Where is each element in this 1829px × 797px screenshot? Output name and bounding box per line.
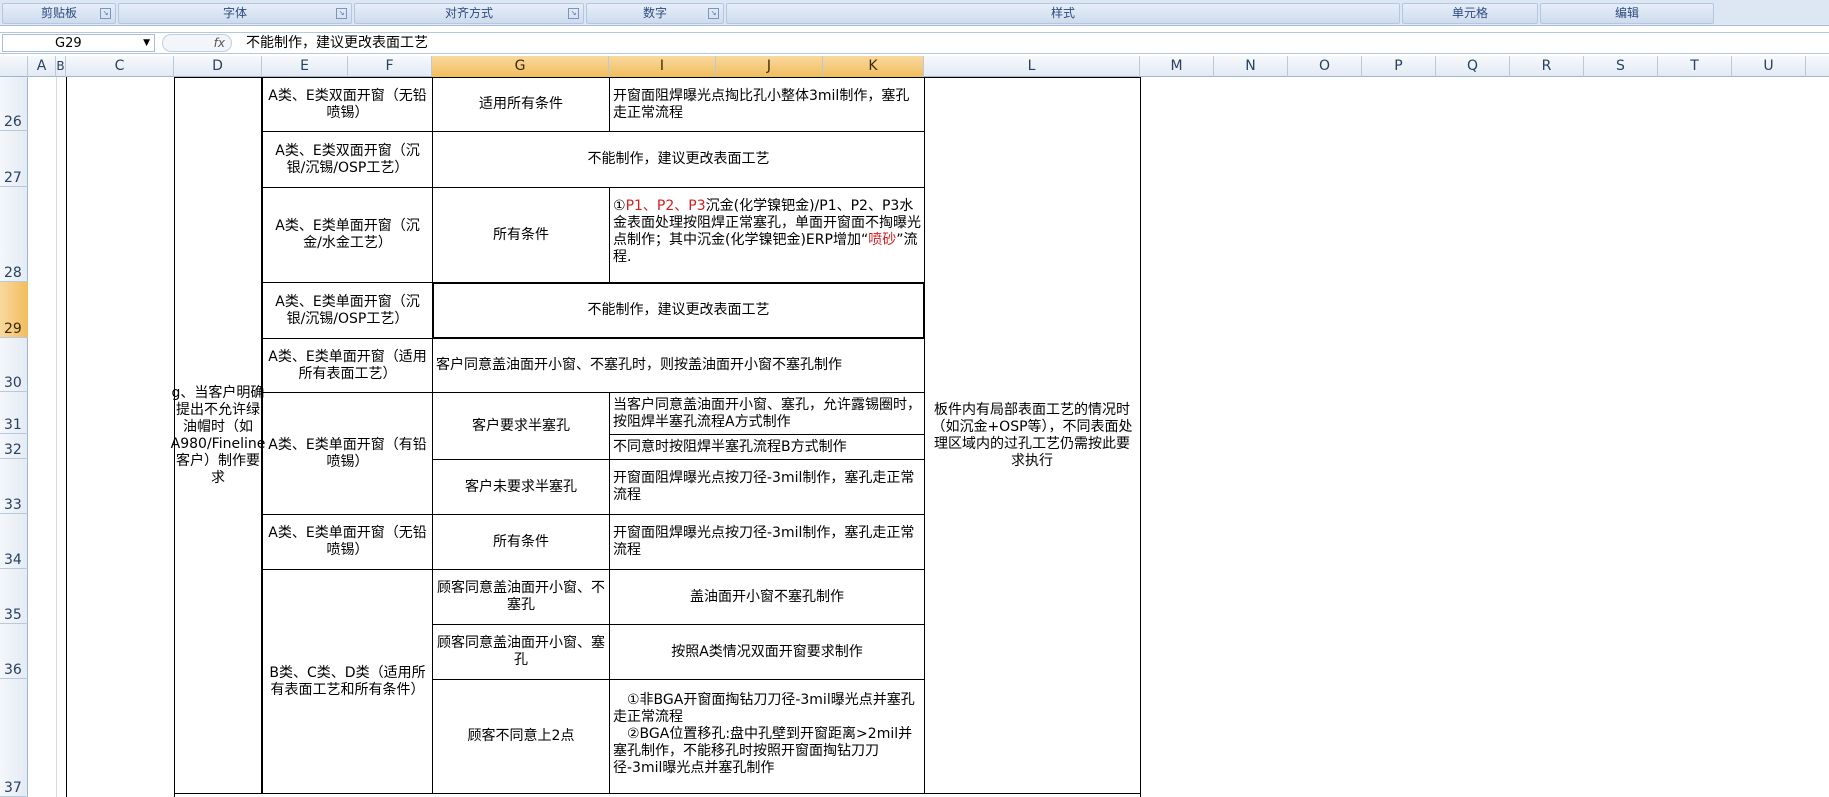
column-header[interactable]: E (262, 56, 348, 77)
column-header[interactable]: T (1658, 56, 1732, 77)
gridline (56, 77, 57, 797)
cell-i33[interactable]: 开窗面阻焊曝光点按刀径-3mil制作，塞孔走正常流程 (609, 459, 925, 515)
ribbon-group-label: 剪贴板 (40, 6, 77, 20)
column-header[interactable]: G (432, 56, 609, 77)
ribbon-group-label: 对齐方式 (444, 6, 493, 20)
cell-line: ②BGA位置移孔:盘中孔壁到开窗距离>2mil并塞孔制作，不能移孔时按照开窗面掏… (613, 726, 913, 776)
cell-e28[interactable]: A类、E类单面开窗（沉金/水金工艺） (262, 187, 433, 283)
row-header[interactable]: 26 (0, 77, 28, 131)
insert-function-button[interactable]: fx (162, 34, 232, 52)
cell-i32[interactable]: 不同意时按阻焊半塞孔流程B方式制作 (609, 434, 925, 460)
cell-g34[interactable]: 所有条件 (432, 514, 610, 570)
fx-icon: fx (213, 36, 225, 50)
cell-g30[interactable]: 客户同意盖油面开小窗、不塞孔时，则按盖油面开小窗不塞孔制作 (432, 338, 925, 393)
row-header[interactable]: 29 (0, 282, 28, 338)
row-header[interactable]: 34 (0, 514, 28, 569)
cell-g33[interactable]: 客户未要求半塞孔 (432, 459, 610, 515)
name-box-value: G29 (55, 36, 82, 51)
cell-e26[interactable]: A类、E类双面开窗（无铅喷锡） (262, 77, 433, 132)
cell-i34[interactable]: 开窗面阻焊曝光点按刀径-3mil制作，塞孔走正常流程 (609, 514, 925, 570)
column-header[interactable]: N (1214, 56, 1288, 77)
column-header[interactable]: R (1510, 56, 1584, 77)
cell-e34[interactable]: A类、E类单面开窗（无铅喷锡） (262, 514, 433, 570)
cell-g31-g32[interactable]: 客户要求半塞孔 (432, 392, 610, 460)
formula-input[interactable]: 不能制作，建议更改表面工艺 (246, 34, 428, 52)
cell-g27[interactable]: 不能制作，建议更改表面工艺 (432, 131, 925, 188)
ribbon-group-number[interactable]: 数字 ↘ (586, 3, 724, 24)
text-run-red: P1、P2、P3 (625, 198, 706, 214)
column-header[interactable]: O (1288, 56, 1362, 77)
column-header[interactable]: A (28, 56, 56, 77)
cell-i26[interactable]: 开窗面阻焊曝光点掏比孔小整体3mil制作，塞孔走正常流程 (609, 77, 925, 132)
row-header[interactable]: 27 (0, 131, 28, 187)
row-header[interactable]: 37 (0, 679, 28, 797)
column-header[interactable]: L (924, 56, 1140, 77)
ribbon-group-label: 样式 (1050, 6, 1075, 20)
cell-i28[interactable]: ①P1、P2、P3沉金(化学镍钯金)/P1、P2、P3水金表面处理按阻焊正常塞孔… (609, 187, 925, 283)
ribbon-group-font[interactable]: 字体 ↘ (118, 3, 352, 24)
column-header[interactable]: D (174, 56, 262, 77)
row-header[interactable]: 32 (0, 434, 28, 459)
column-header[interactable]: C (66, 56, 174, 77)
column-header[interactable]: S (1584, 56, 1658, 77)
column-header[interactable]: B (56, 56, 66, 77)
column-header[interactable]: M (1140, 56, 1214, 77)
cell-g29-selected[interactable]: 不能制作，建议更改表面工艺 (432, 282, 925, 339)
cell-g37[interactable]: 顾客不同意上2点 (432, 679, 610, 794)
cell-g28[interactable]: 所有条件 (432, 187, 610, 283)
column-header[interactable]: U (1732, 56, 1806, 77)
ribbon-group-label: 字体 (222, 6, 247, 20)
column-header[interactable]: F (348, 56, 432, 77)
chevron-down-icon[interactable]: ▼ (143, 35, 150, 52)
border-line (66, 77, 67, 797)
cell-l26-l37[interactable]: 板件内有局部表面工艺的情况时（如沉金+OSP等），不同表面处理区域内的过孔工艺仍… (924, 77, 1141, 794)
cell-e31-e33[interactable]: A类、E类单面开窗（有铅喷锡） (262, 392, 433, 515)
ribbon-group-label: 编辑 (1614, 6, 1639, 20)
cell-i35[interactable]: 盖油面开小窗不塞孔制作 (609, 569, 925, 625)
cell-i37[interactable]: ①非BGA开窗面掏钻刀刀径-3mil曝光点并塞孔走正常流程 ②BGA位置移孔:盘中… (609, 679, 925, 794)
column-header[interactable]: P (1362, 56, 1436, 77)
row-header[interactable]: 28 (0, 187, 28, 282)
row-header[interactable]: 36 (0, 624, 28, 679)
ribbon-group-label: 单元格 (1451, 6, 1488, 20)
row-header[interactable]: 30 (0, 338, 28, 392)
column-header[interactable]: K (823, 56, 924, 77)
dialog-launcher-icon[interactable]: ↘ (568, 8, 579, 19)
cell-e35-e37[interactable]: B类、C类、D类（适用所有表面工艺和所有条件） (262, 569, 433, 794)
cell-i36[interactable]: 按照A类情况双面开窗要求制作 (609, 624, 925, 680)
text-run: ① (613, 198, 626, 214)
cell-e27[interactable]: A类、E类双面开窗（沉银/沉锡/OSP工艺） (262, 131, 433, 188)
ribbon-group-editing[interactable]: 编辑 (1540, 3, 1714, 24)
cell-d26-d37[interactable]: g、当客户明确提出不允许绿油帽时（如A980/Fineline客户）制作要求 (171, 77, 265, 794)
name-box[interactable]: G29 ▼ (2, 34, 155, 52)
row-header[interactable]: 31 (0, 392, 28, 434)
cell-g35[interactable]: 顾客同意盖油面开小窗、不塞孔 (432, 569, 610, 625)
dialog-launcher-icon[interactable]: ↘ (708, 8, 719, 19)
cell-line: ①非BGA开窗面掏钻刀刀径-3mil曝光点并塞孔走正常流程 (613, 692, 915, 725)
ribbon-group-label: 数字 (642, 6, 667, 20)
cell-i31[interactable]: 当客户同意盖油面开小窗、塞孔，允许露锡圈时，按阻焊半塞孔流程A方式制作 (609, 392, 925, 435)
row-header[interactable]: 33 (0, 459, 28, 514)
column-header[interactable]: J (716, 56, 823, 77)
cell-e30[interactable]: A类、E类单面开窗（适用所有表面工艺） (262, 338, 433, 393)
column-header[interactable]: I (609, 56, 716, 77)
select-all-button[interactable] (0, 56, 28, 77)
row-header[interactable]: 35 (0, 569, 28, 624)
ribbon-group-cells[interactable]: 单元格 (1402, 3, 1538, 24)
dialog-launcher-icon[interactable]: ↘ (336, 8, 347, 19)
cell-g26[interactable]: 适用所有条件 (432, 77, 610, 132)
cell-e29[interactable]: A类、E类单面开窗（沉银/沉锡/OSP工艺） (262, 282, 433, 339)
text-run-red: 喷砂 (868, 232, 897, 248)
ribbon-group-alignment[interactable]: 对齐方式 ↘ (354, 3, 584, 24)
ribbon-group-styles[interactable]: 样式 (726, 3, 1400, 24)
dialog-launcher-icon[interactable]: ↘ (100, 8, 111, 19)
ribbon-group-clipboard[interactable]: 剪贴板 ↘ (2, 3, 116, 24)
cell-g36[interactable]: 顾客同意盖油面开小窗、塞孔 (432, 624, 610, 680)
column-header[interactable]: Q (1436, 56, 1510, 77)
